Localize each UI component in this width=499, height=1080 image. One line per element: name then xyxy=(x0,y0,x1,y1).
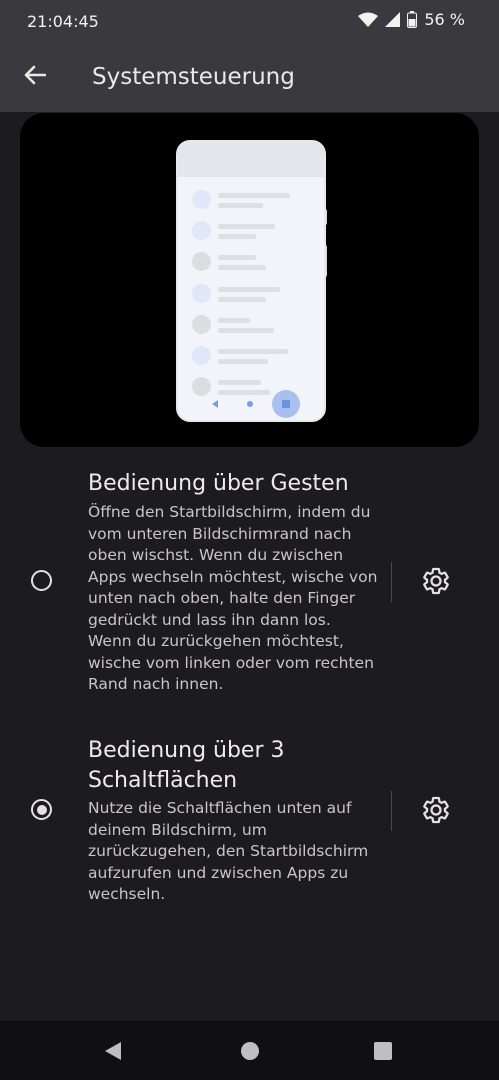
preview-home-icon xyxy=(247,401,253,407)
list-item xyxy=(192,252,310,272)
gear-icon[interactable] xyxy=(421,795,451,825)
option-description: Nutze die Schaltflächen unten auf deinem… xyxy=(88,799,369,903)
status-time: 21:04:45 xyxy=(27,12,99,31)
signal-icon xyxy=(385,12,401,27)
list-item xyxy=(192,346,310,366)
divider xyxy=(391,562,392,602)
status-bar: 21:04:45 56 % xyxy=(0,0,499,44)
page-title: Systemsteuerung xyxy=(92,64,295,90)
option-description: Öffne den Startbildschirm, indem du vom … xyxy=(88,503,378,693)
status-icons: 56 % xyxy=(358,10,465,29)
option-title: Bedienung über Gesten xyxy=(88,471,349,496)
phone-status-area xyxy=(178,142,324,177)
list-item xyxy=(192,315,310,335)
divider xyxy=(391,791,392,831)
preview-recents-highlight xyxy=(272,390,300,418)
wifi-icon xyxy=(358,12,379,27)
nav-home-icon[interactable] xyxy=(241,1042,259,1060)
list-item xyxy=(192,284,310,304)
list-item xyxy=(192,221,310,241)
battery-icon xyxy=(407,11,418,28)
preview-back-icon xyxy=(212,400,218,408)
list-item xyxy=(192,190,310,210)
back-button[interactable] xyxy=(18,58,52,92)
app-bar: Systemsteuerung xyxy=(0,44,499,112)
battery-percent: 56 % xyxy=(424,10,465,29)
gear-icon[interactable] xyxy=(421,566,451,596)
preview-recents-icon xyxy=(282,400,290,408)
option-title: Bedienung über 3 Schaltflächen xyxy=(88,738,285,793)
radio-gestures[interactable] xyxy=(31,570,52,591)
option-three-button[interactable]: Bedienung über 3 Schaltflächen Nutze die… xyxy=(0,730,499,903)
arrow-back-icon xyxy=(24,65,46,85)
phone-nav-bar xyxy=(178,388,324,420)
phone-illustration xyxy=(176,140,326,422)
nav-recents-icon[interactable] xyxy=(374,1042,392,1060)
radio-three-button[interactable] xyxy=(31,799,52,820)
nav-back-icon[interactable] xyxy=(105,1042,121,1060)
option-gestures[interactable]: Bedienung über Gesten Öffne den Startbil… xyxy=(0,462,499,702)
navigation-preview xyxy=(20,113,479,447)
